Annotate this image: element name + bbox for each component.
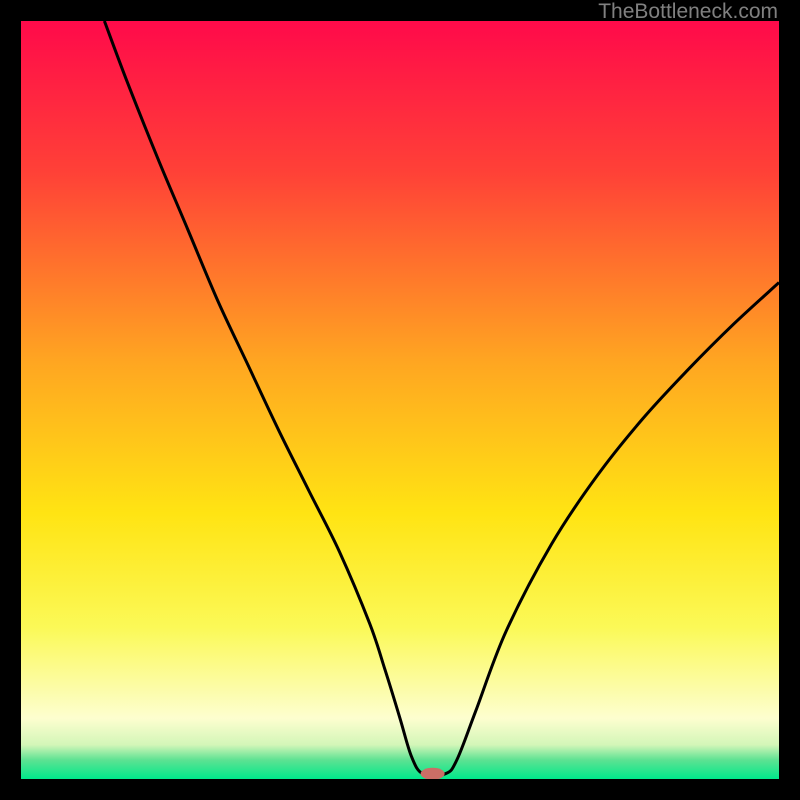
chart-frame <box>21 21 779 779</box>
watermark-text: TheBottleneck.com <box>598 0 778 24</box>
gradient-background <box>21 21 779 779</box>
bottleneck-chart <box>21 21 779 779</box>
